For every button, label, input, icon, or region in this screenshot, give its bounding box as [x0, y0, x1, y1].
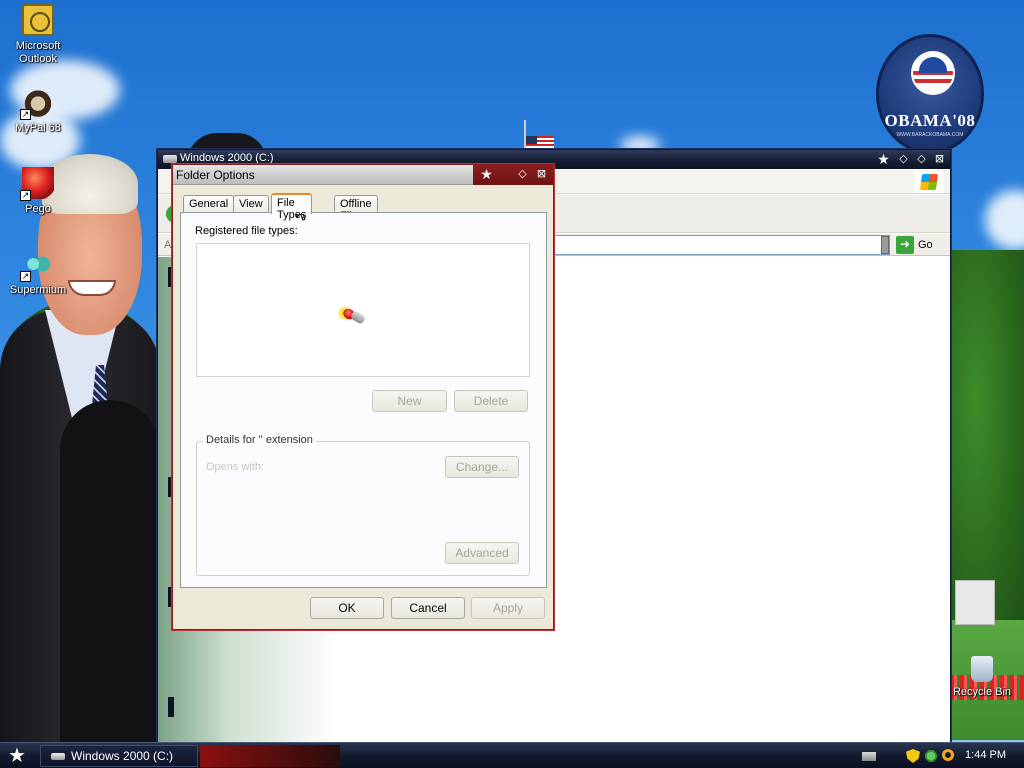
- apply-button[interactable]: Apply: [471, 597, 545, 619]
- taskbar-decoration: [200, 745, 340, 767]
- drive-icon: [51, 753, 65, 760]
- registered-file-types-label: Registered file types:: [195, 225, 298, 237]
- ok-button[interactable]: OK: [310, 597, 384, 619]
- desktop-icon-mypal[interactable]: ↗ MyPal 68: [3, 86, 73, 135]
- star-icon[interactable]: ★: [480, 167, 493, 181]
- go-arrow-icon: ➜: [896, 236, 914, 254]
- go-button[interactable]: ➜ Go: [896, 236, 940, 254]
- desktop-icon-supermium[interactable]: ↗ Supermium: [3, 248, 73, 297]
- details-label: Details for '' extension: [203, 434, 316, 446]
- desktop-icon-label: Recycle Bin: [952, 686, 1012, 698]
- star-icon[interactable]: ★: [4, 745, 30, 767]
- network-icon[interactable]: [924, 749, 938, 763]
- delete-button[interactable]: Delete: [454, 390, 528, 412]
- desktop-icon-label: Pego: [25, 203, 51, 215]
- taskbar-item-explorer[interactable]: Windows 2000 (C:): [40, 745, 198, 767]
- badge-text: OBAMA'08: [884, 111, 976, 130]
- system-tray: 1:44 PM: [854, 743, 1024, 768]
- file-types-panel: Registered file types: New Delete Detail…: [180, 212, 547, 588]
- pane-marker: [168, 697, 174, 717]
- window-title: Windows 2000 (C:): [180, 152, 274, 164]
- advanced-button[interactable]: Advanced: [445, 542, 519, 564]
- desktop-icon-label: Microsoft Outlook: [15, 40, 61, 65]
- windows-logo-icon: [914, 171, 944, 193]
- trees: [944, 250, 1024, 630]
- pego-icon: ↗: [20, 167, 54, 201]
- recycle-bin-icon: [971, 656, 993, 682]
- taskbar: ★ Windows 2000 (C:) 1:44 PM: [0, 742, 1024, 768]
- minimize-button[interactable]: ◇: [897, 153, 910, 166]
- person-silhouette: [60, 400, 160, 745]
- star-icon[interactable]: ★: [877, 152, 890, 166]
- shortcut-arrow-icon: ↗: [20, 109, 31, 120]
- desktop-icon-recycle-bin[interactable]: Recycle Bin: [940, 656, 1024, 699]
- registered-file-types-list[interactable]: [196, 243, 530, 377]
- dialog-title-bar[interactable]: Folder Options ★ ◇ ⊠: [173, 165, 553, 185]
- shortcut-arrow-icon: ↗: [20, 190, 31, 201]
- shortcut-arrow-icon: ↗: [20, 271, 31, 282]
- details-groupbox: Details for '' extension Opens with: Cha…: [196, 434, 530, 576]
- clock[interactable]: 1:44 PM: [965, 749, 1006, 761]
- security-shield-icon[interactable]: [906, 749, 920, 763]
- drive-icon: [163, 155, 177, 163]
- cloud: [985, 190, 1024, 250]
- dialog-title: Folder Options: [176, 168, 255, 182]
- maximize-button[interactable]: ◇: [915, 153, 928, 166]
- campaign-logo-icon: [911, 51, 955, 95]
- badge-subtext: WWW.BARACKOBAMA.COM: [896, 132, 964, 138]
- keyboard-icon[interactable]: [862, 752, 876, 761]
- flag: [526, 136, 554, 150]
- desktop-icon-outlook[interactable]: Microsoft Outlook: [3, 4, 73, 66]
- tab-offline-files[interactable]: Offline Files: [334, 195, 378, 222]
- supermium-icon: ↗: [20, 248, 54, 282]
- close-button[interactable]: ⊠: [933, 153, 946, 166]
- help-button[interactable]: ◇: [516, 168, 529, 181]
- house: [955, 580, 995, 625]
- mypal-icon: ↗: [20, 86, 54, 120]
- campaign-badge: OBAMA'08 WWW.BARACKOBAMA.COM: [876, 34, 984, 154]
- address-dropdown-button[interactable]: [881, 236, 889, 254]
- new-button[interactable]: New: [372, 390, 447, 412]
- outlook-icon: [22, 4, 54, 36]
- taskbar-item-label: Windows 2000 (C:): [71, 749, 174, 763]
- go-label: Go: [918, 239, 933, 251]
- desktop-icon-label: MyPal 68: [15, 122, 61, 134]
- desktop-icon-pego[interactable]: ↗ Pego: [3, 167, 73, 216]
- folder-options-dialog: Folder Options ★ ◇ ⊠ General View File T…: [172, 164, 554, 630]
- tab-file-types[interactable]: File Types: [271, 193, 313, 221]
- change-button[interactable]: Change...: [445, 456, 519, 478]
- tab-view[interactable]: View: [233, 195, 269, 213]
- desktop-icon-label: Supermium: [9, 284, 67, 296]
- search-icon[interactable]: [942, 749, 954, 761]
- busy-cursor-icon: [335, 302, 367, 328]
- opens-with-label: Opens with:: [206, 461, 265, 473]
- tab-general[interactable]: General: [183, 195, 235, 213]
- cancel-button[interactable]: Cancel: [391, 597, 465, 619]
- close-button[interactable]: ⊠: [535, 168, 548, 181]
